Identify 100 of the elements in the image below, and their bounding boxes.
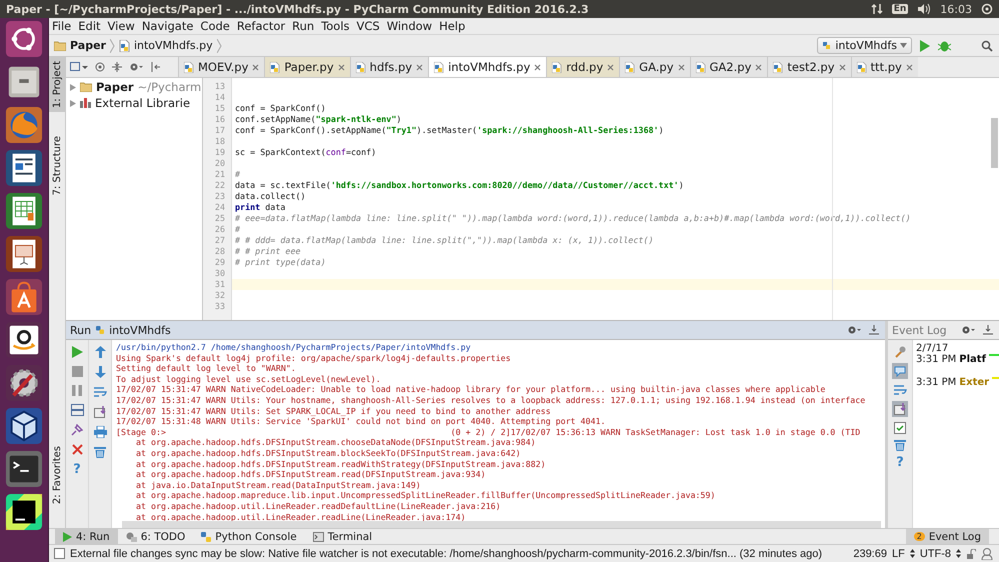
stop-icon[interactable] xyxy=(72,366,82,377)
hide-panel-icon[interactable] xyxy=(983,325,993,335)
power-icon[interactable] xyxy=(981,3,993,15)
bug-icon[interactable] xyxy=(938,39,951,52)
breadcrumb[interactable]: Paper xyxy=(70,39,106,52)
presentation-icon[interactable] xyxy=(5,235,43,273)
wrap-icon[interactable] xyxy=(94,386,106,398)
editor-tab[interactable]: GA.py xyxy=(619,57,690,77)
wrap-icon[interactable] xyxy=(894,384,906,396)
close-icon[interactable] xyxy=(252,64,260,70)
tool-window-tab[interactable]: 6: TODO xyxy=(118,529,194,544)
editor-tab[interactable]: GA2.py xyxy=(690,57,768,77)
menu-item[interactable]: VCS xyxy=(356,19,380,33)
settings-icon[interactable] xyxy=(847,325,861,335)
hide-panel-icon[interactable] xyxy=(869,325,879,335)
menu-item[interactable]: Tools xyxy=(321,19,350,33)
menu-item[interactable]: Code xyxy=(200,19,230,33)
tree-item[interactable]: Paper xyxy=(96,80,134,94)
up-arrow-icon[interactable] xyxy=(94,346,106,358)
log-message[interactable]: Exter xyxy=(959,377,990,388)
import-icon[interactable] xyxy=(892,401,908,417)
close-icon[interactable] xyxy=(678,64,685,70)
menu-item[interactable]: Edit xyxy=(78,19,101,33)
hide-icon[interactable] xyxy=(150,62,160,72)
target-icon[interactable] xyxy=(95,62,105,72)
keyboard-layout-indicator[interactable]: En xyxy=(892,4,908,14)
editor-tab[interactable]: MOEV.py xyxy=(178,57,264,77)
editor-tab[interactable]: hdfs.py xyxy=(350,57,428,77)
run-icon[interactable] xyxy=(72,346,82,358)
close-icon[interactable] xyxy=(72,444,82,455)
close-icon[interactable] xyxy=(838,64,846,70)
menu-item[interactable]: Navigate xyxy=(142,19,194,33)
editor-tab[interactable]: Paper.py xyxy=(264,57,350,77)
layout-icon[interactable] xyxy=(70,404,84,416)
shopping-bag-icon[interactable] xyxy=(5,278,43,316)
network-icon[interactable] xyxy=(870,3,883,15)
down-arrow-icon[interactable] xyxy=(94,366,106,378)
speech-bubble-icon[interactable] xyxy=(892,363,908,379)
cube-icon[interactable] xyxy=(5,407,43,445)
globe-fox-icon[interactable] xyxy=(5,106,43,144)
terminal-icon[interactable] xyxy=(5,450,43,488)
expand-arrow-icon[interactable] xyxy=(70,84,76,90)
run-configuration-dropdown[interactable]: intoVMhdfs xyxy=(817,37,912,54)
menu-item[interactable]: Window xyxy=(386,19,432,33)
expand-arrow-icon[interactable] xyxy=(70,100,76,106)
lock-icon[interactable] xyxy=(966,548,976,558)
encoding-selector[interactable]: UTF-8 xyxy=(920,548,951,560)
close-icon[interactable] xyxy=(338,64,345,70)
editor-tab[interactable]: rdd.py xyxy=(546,57,620,77)
run-icon[interactable] xyxy=(920,40,930,52)
inspector-icon[interactable] xyxy=(981,548,993,560)
close-icon[interactable] xyxy=(416,64,424,70)
line-separator-selector[interactable]: LF xyxy=(892,548,905,560)
trash-icon[interactable] xyxy=(894,439,906,451)
settings-icon[interactable] xyxy=(961,325,975,335)
event-log-button[interactable]: 2 Event Log xyxy=(906,529,989,544)
up-down-arrows-icon[interactable] xyxy=(910,549,915,558)
spreadsheet-icon[interactable] xyxy=(5,192,43,230)
import-icon[interactable] xyxy=(94,406,106,418)
panel-toggle-icon[interactable] xyxy=(54,548,65,559)
settings-icon[interactable] xyxy=(129,62,143,72)
menu-item[interactable]: Refactor xyxy=(236,19,286,33)
wrench-icon[interactable] xyxy=(894,346,906,358)
pause-icon[interactable] xyxy=(72,385,82,396)
cursor-position[interactable]: 239:69 xyxy=(853,548,887,560)
breadcrumb[interactable]: intoVMhdfs.py xyxy=(134,39,213,52)
document-icon[interactable] xyxy=(5,149,43,187)
pin-icon[interactable] xyxy=(71,424,83,436)
ide-app-icon[interactable] xyxy=(5,493,43,531)
menu-item[interactable]: Help xyxy=(439,19,466,33)
side-tab[interactable]: 2: Favorites xyxy=(49,442,65,508)
close-icon[interactable] xyxy=(755,64,762,70)
status-message[interactable]: External file changes sync may be slow: Native file watcher is not executable: /home/shanghoosh/pycharm-community-2016.2.3/bin/fsn... (32 minutes ago) xyxy=(70,548,822,560)
menu-item[interactable]: Run xyxy=(292,19,314,33)
trash-icon[interactable] xyxy=(94,446,106,458)
editor-tab[interactable]: test2.py xyxy=(767,57,851,77)
gear-wrench-icon[interactable] xyxy=(5,364,43,402)
clock[interactable]: 16:03 xyxy=(940,2,972,16)
menu-item[interactable]: File xyxy=(52,19,72,33)
close-icon[interactable] xyxy=(534,64,542,70)
tool-window-tab[interactable]: Python Console xyxy=(193,529,305,544)
side-tab[interactable]: 7: Structure xyxy=(49,132,65,200)
up-down-arrows-icon[interactable] xyxy=(956,549,961,558)
checkbox-icon[interactable] xyxy=(894,422,906,434)
close-icon[interactable] xyxy=(607,64,614,70)
tool-window-tab[interactable]: 4: Run xyxy=(55,529,118,544)
editor-tab[interactable]: intoVMhdfs.py xyxy=(428,57,546,77)
search-icon[interactable] xyxy=(981,40,993,52)
tree-item[interactable]: External Librarie xyxy=(95,96,190,110)
collapse-icon[interactable] xyxy=(112,62,122,72)
printer-icon[interactable] xyxy=(94,426,106,438)
editor-tab[interactable]: ttt.py xyxy=(850,57,918,77)
menu-item[interactable]: View xyxy=(108,19,135,33)
volume-icon[interactable] xyxy=(917,3,932,15)
side-tab[interactable]: 1: Project xyxy=(49,57,65,112)
close-icon[interactable] xyxy=(906,64,913,70)
layout-icon[interactable] xyxy=(70,62,88,72)
scrollbar[interactable] xyxy=(122,521,881,528)
tool-window-tab[interactable]: Terminal xyxy=(304,529,380,544)
launcher-logo-icon[interactable] xyxy=(5,20,43,58)
